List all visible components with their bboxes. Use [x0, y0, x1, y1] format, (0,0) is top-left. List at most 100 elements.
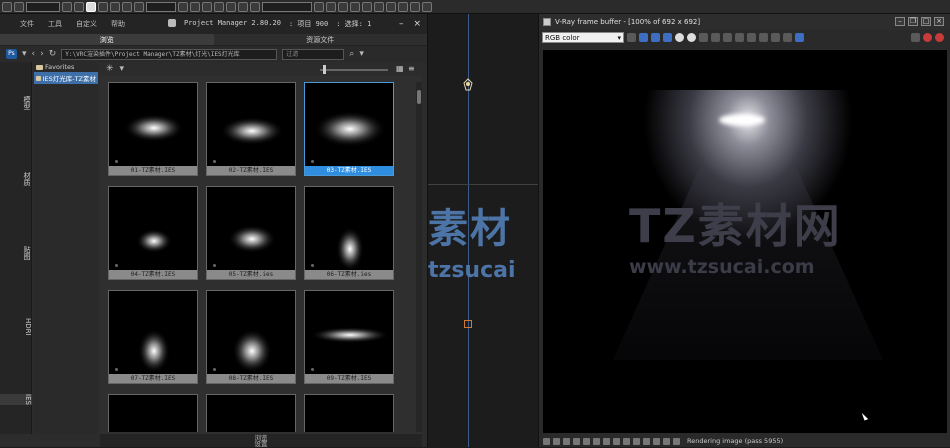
lens-effects-icon[interactable]: [553, 437, 560, 445]
load-icon[interactable]: [711, 32, 720, 42]
rail-ies[interactable]: IES: [0, 394, 32, 405]
sort-icon[interactable]: ≡: [408, 64, 415, 73]
select-by-name-icon[interactable]: [74, 1, 84, 12]
forward-arrow-icon[interactable]: ›: [40, 49, 44, 59]
restore-icon[interactable]: ❐: [908, 17, 918, 26]
bottom-tab-settings[interactable]: 设置: [100, 441, 422, 448]
tree-item-ies-library[interactable]: IES灯光库-TZ素材: [34, 72, 98, 84]
minimize-icon[interactable]: –: [399, 19, 404, 29]
rendered-image[interactable]: TZ素材网 www.tzsucai.com: [543, 50, 947, 433]
named-selection-dropdown[interactable]: [262, 1, 312, 12]
chevron-down-icon[interactable]: ▾: [120, 64, 125, 74]
tab-resource-files[interactable]: 资源文件: [214, 34, 428, 45]
thumbnail-item[interactable]: 03-TZ素材.IES: [304, 82, 394, 176]
scale-icon[interactable]: [134, 1, 144, 12]
thumbnail-item[interactable]: [206, 394, 296, 432]
duplicate-to-max-vfb-icon[interactable]: [735, 32, 744, 42]
select-icon[interactable]: [62, 1, 72, 12]
lock-icon[interactable]: [673, 437, 680, 445]
undo-icon[interactable]: [2, 1, 12, 12]
filter-input[interactable]: 过滤: [282, 48, 345, 60]
thumbnail-item[interactable]: 04-TZ素材.IES: [108, 186, 198, 280]
rail-hdri[interactable]: HDRI: [0, 318, 32, 336]
close-icon[interactable]: ×: [413, 19, 421, 29]
reference-coord-dropdown[interactable]: [146, 1, 176, 12]
mirror-icon[interactable]: [314, 1, 324, 12]
light-bulb-icon[interactable]: ✳: [106, 64, 114, 74]
move-icon[interactable]: [110, 1, 120, 12]
clear-image-icon[interactable]: [723, 32, 732, 42]
stop-render-icon[interactable]: [911, 32, 920, 42]
thumbnail-item[interactable]: 02-TZ素材.IES: [206, 82, 296, 176]
rotate-icon[interactable]: [122, 1, 132, 12]
history-icon[interactable]: [543, 437, 550, 445]
light-target-box[interactable]: [464, 320, 472, 328]
pixel-info-icon[interactable]: [643, 437, 650, 445]
curve-editor-icon[interactable]: [362, 1, 372, 12]
rail-materials[interactable]: 材质: [0, 172, 32, 186]
rendered-frame-window-icon[interactable]: [410, 1, 420, 12]
thumbnail-item[interactable]: 07-TZ素材.IES: [108, 290, 198, 384]
track-mouse-icon[interactable]: [747, 32, 756, 42]
white-balance-icon[interactable]: [603, 437, 610, 445]
thumbnail-size-slider[interactable]: [320, 69, 388, 71]
spinner-snap-icon[interactable]: [250, 1, 260, 12]
lut-icon[interactable]: [623, 437, 630, 445]
render-icon[interactable]: [923, 32, 932, 42]
tree-item-favorites[interactable]: Favorites: [34, 62, 98, 72]
minimize-icon[interactable]: –: [895, 17, 905, 26]
ocio-icon[interactable]: [633, 437, 640, 445]
monochrome-icon[interactable]: [687, 32, 696, 42]
more-options-icon[interactable]: ▾: [359, 49, 364, 59]
menu-customize[interactable]: 自定义: [76, 19, 97, 29]
link-icon[interactable]: [771, 32, 780, 42]
ab-compare-icon[interactable]: [663, 437, 670, 445]
curves-icon[interactable]: [583, 437, 590, 445]
search-icon[interactable]: ⌕: [349, 49, 354, 59]
slider-handle[interactable]: [323, 65, 326, 74]
angle-snap-icon[interactable]: [226, 1, 236, 12]
menu-tools[interactable]: 工具: [48, 19, 62, 29]
path-field[interactable]: Y:\VRC渲染插件\Project Manager\TZ素材\灯光\IES灯光…: [61, 48, 278, 60]
thumbnail-item[interactable]: [304, 394, 394, 432]
thumbnail-item[interactable]: 09-TZ素材.IES: [304, 290, 394, 384]
ribbon-icon[interactable]: [350, 1, 360, 12]
thumbnail-scrollbar[interactable]: [416, 82, 422, 432]
chevron-down-icon[interactable]: ▾: [22, 49, 27, 59]
interactive-render-icon[interactable]: [935, 32, 944, 42]
rail-models[interactable]: 模型: [0, 96, 32, 110]
percent-snap-icon[interactable]: [238, 1, 248, 12]
render-setup-icon[interactable]: [398, 1, 408, 12]
photoshop-icon[interactable]: Ps: [6, 49, 17, 59]
channel-select[interactable]: RGB color: [542, 31, 624, 43]
window-crossing-icon[interactable]: [98, 1, 108, 12]
menu-help[interactable]: 帮助: [111, 19, 125, 29]
maximize-icon[interactable]: □: [921, 17, 931, 26]
thumbnail-item[interactable]: 05-TZ素材.ies: [206, 186, 296, 280]
align-icon[interactable]: [326, 1, 336, 12]
thumbnail-item[interactable]: 08-TZ素材.IES: [206, 290, 296, 384]
light-icon[interactable]: [462, 78, 474, 94]
exposure-icon[interactable]: [593, 437, 600, 445]
scrollbar-thumb[interactable]: [417, 90, 421, 104]
srgb-icon[interactable]: [613, 437, 620, 445]
levels-icon[interactable]: [573, 437, 580, 445]
tab-browse[interactable]: 浏览: [0, 34, 214, 45]
blue-channel-icon[interactable]: [663, 32, 672, 42]
3d-viewport[interactable]: 素材 tzsucai: [428, 14, 538, 447]
thumbnail-item[interactable]: [108, 394, 198, 432]
back-arrow-icon[interactable]: ‹: [32, 49, 36, 59]
thumbnail-item[interactable]: 01-TZ素材.IES: [108, 82, 198, 176]
alpha-channel-icon[interactable]: [675, 32, 684, 42]
schematic-view-icon[interactable]: [374, 1, 384, 12]
save-image-icon[interactable]: [627, 32, 636, 42]
save-icon[interactable]: [699, 32, 708, 42]
stamp-icon[interactable]: [653, 437, 660, 445]
select-manipulate-icon[interactable]: [190, 1, 200, 12]
green-channel-icon[interactable]: [651, 32, 660, 42]
keyboard-shortcut-icon[interactable]: [202, 1, 212, 12]
grid-view-icon[interactable]: ▦: [396, 64, 404, 73]
material-editor-icon[interactable]: [386, 1, 396, 12]
layer-manager-icon[interactable]: [338, 1, 348, 12]
selection-filter-dropdown[interactable]: [26, 1, 60, 12]
